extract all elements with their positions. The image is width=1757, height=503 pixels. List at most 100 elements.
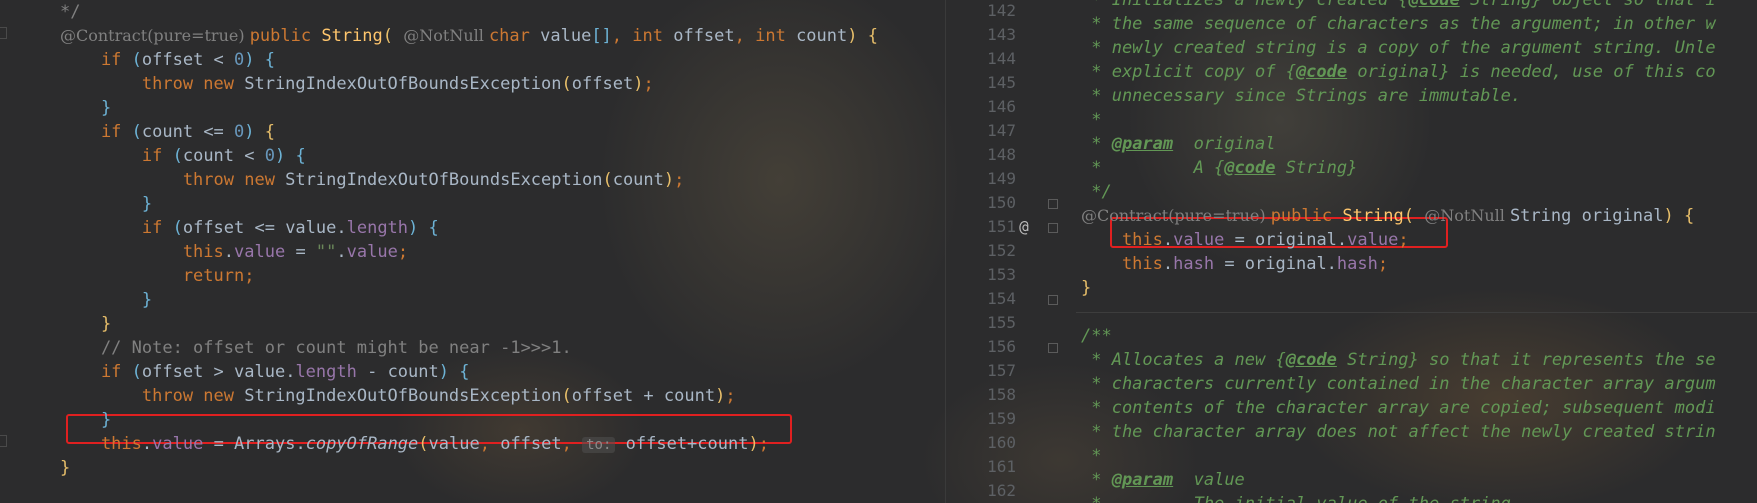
code-line[interactable]: * unnecessary since Strings are immutabl…: [946, 84, 1757, 108]
code-line[interactable]: */: [0, 0, 945, 24]
code-line[interactable]: * The initial value of the string: [946, 492, 1757, 503]
code-line[interactable]: this.hash = original.hash;: [946, 252, 1757, 276]
code-line[interactable]: * contents of the character array are co…: [946, 396, 1757, 420]
code-line[interactable]: *: [946, 444, 1757, 468]
code-line[interactable]: // Note: offset or count might be near -…: [0, 336, 945, 360]
code-line[interactable]: * the character array does not affect th…: [946, 420, 1757, 444]
code-token: if: [60, 122, 132, 142]
code-line[interactable]: */: [946, 180, 1757, 204]
code-line[interactable]: * the same sequence of characters as the…: [946, 12, 1757, 36]
code-line[interactable]: * A {@code String}: [946, 156, 1757, 180]
code-line[interactable]: if (offset <= value.length) {: [0, 216, 945, 240]
code-line[interactable]: this.value = Arrays.copyOfRange(value, o…: [0, 432, 945, 456]
code-token: {: [428, 218, 439, 238]
code-token: offset: [500, 434, 562, 454]
code-token: ,: [561, 434, 583, 454]
code-token: (: [561, 74, 572, 94]
code-token: char: [488, 26, 541, 46]
code-line[interactable]: * newly created string is a copy of the …: [946, 36, 1757, 60]
code-line[interactable]: }: [0, 96, 945, 120]
code-token: value: [346, 242, 398, 262]
code-token: offset: [571, 74, 634, 94]
code-line[interactable]: if (count <= 0) {: [0, 120, 945, 144]
code-line[interactable]: }: [0, 192, 945, 216]
code-line[interactable]: * Initializes a newly created {@code Str…: [946, 0, 1757, 12]
code-token: .: [1162, 230, 1174, 250]
code-line[interactable]: }: [946, 276, 1757, 300]
code-token: * contents of the character array are co…: [1081, 398, 1716, 418]
code-token: ) {: [1663, 206, 1695, 226]
code-line[interactable]: /**: [946, 324, 1757, 348]
code-token: @code: [1224, 158, 1276, 178]
code-token: ;: [1377, 254, 1389, 274]
code-token: length: [295, 362, 357, 382]
code-token: offset > value.: [141, 362, 296, 382]
code-token: length: [346, 218, 409, 238]
parameter-hint: to:: [582, 437, 616, 453]
code-line[interactable]: }: [0, 288, 945, 312]
code-token: this: [1081, 230, 1163, 250]
code-token: this: [60, 434, 142, 454]
code-token: @code: [1408, 0, 1460, 10]
code-token: @code: [1285, 350, 1337, 370]
code-token: * Initializes a newly created: [1081, 0, 1399, 10]
code-token: hash: [1173, 254, 1215, 274]
code-token: @Contract(pure=true): [1081, 206, 1271, 225]
code-line[interactable]: this.value = "".value;: [0, 240, 945, 264]
code-line[interactable]: }: [0, 312, 945, 336]
code-line[interactable]: this.value = original.value;: [946, 228, 1757, 252]
code-token: }: [60, 314, 112, 334]
code-token: (: [131, 362, 142, 382]
code-line[interactable]: [946, 300, 1757, 324]
code-token: *: [1081, 110, 1102, 130]
code-token: []: [591, 26, 612, 46]
code-token: ;: [725, 386, 736, 406]
code-token: * the same sequence of characters as the…: [1081, 14, 1716, 34]
left-code-editor[interactable]: */@Contract(pure=true) public String( @N…: [0, 0, 945, 503]
code-token: (: [561, 386, 572, 406]
code-token: value: [428, 434, 480, 454]
right-code-editor[interactable]: 142 143 144 145 146 147 148 149 150 151 152 153 154 1…: [945, 0, 1757, 503]
code-line[interactable]: }: [0, 456, 945, 480]
code-token: @param: [1111, 134, 1174, 154]
code-line[interactable]: return;: [0, 264, 945, 288]
code-token: @param: [1111, 470, 1174, 490]
code-line[interactable]: throw new StringIndexOutOfBoundsExceptio…: [0, 168, 945, 192]
code-token: public: [249, 26, 322, 46]
code-token: String}: [1275, 158, 1358, 178]
code-token: ): [663, 170, 675, 190]
code-token: this: [60, 242, 224, 262]
code-line[interactable]: *: [946, 108, 1757, 132]
code-token: ;: [758, 434, 769, 454]
code-line[interactable]: * characters currently contained in the …: [946, 372, 1757, 396]
code-token: *: [1081, 470, 1112, 490]
code-token: }: [60, 458, 71, 478]
code-line[interactable]: throw new StringIndexOutOfBoundsExceptio…: [0, 72, 945, 96]
code-line[interactable]: if (offset > value.length - count) {: [0, 360, 945, 384]
code-token: StringIndexOutOfBoundsException: [285, 170, 603, 190]
code-line[interactable]: * Allocates a new {@code String} so that…: [946, 348, 1757, 372]
code-line[interactable]: * @param value: [946, 468, 1757, 492]
code-line[interactable]: * @param original: [946, 132, 1757, 156]
code-token: = Arrays.: [203, 434, 306, 454]
code-token: ): [847, 26, 868, 46]
code-line[interactable]: * explicit copy of {@code original} is n…: [946, 60, 1757, 84]
code-line[interactable]: throw new StringIndexOutOfBoundsExceptio…: [0, 384, 945, 408]
code-line[interactable]: if (offset < 0) {: [0, 48, 945, 72]
code-token: (: [172, 218, 183, 238]
code-line[interactable]: @Contract(pure=true) public String( @Not…: [0, 24, 945, 48]
code-token: "": [315, 242, 337, 262]
code-token: 0: [264, 146, 275, 166]
code-token: ): [438, 362, 460, 382]
code-token: count <: [182, 146, 265, 166]
code-token: hash: [1336, 254, 1378, 274]
code-token: return;: [60, 266, 255, 286]
code-token: this: [1081, 254, 1163, 274]
code-token: ;: [674, 170, 685, 190]
code-token: StringIndexOutOfBoundsException: [244, 74, 562, 94]
code-line[interactable]: if (count < 0) {: [0, 144, 945, 168]
code-token: }: [60, 98, 112, 118]
code-line[interactable]: @Contract(pure=true) public String( @Not…: [946, 204, 1757, 228]
code-line[interactable]: }: [0, 408, 945, 432]
code-token: ): [274, 146, 296, 166]
